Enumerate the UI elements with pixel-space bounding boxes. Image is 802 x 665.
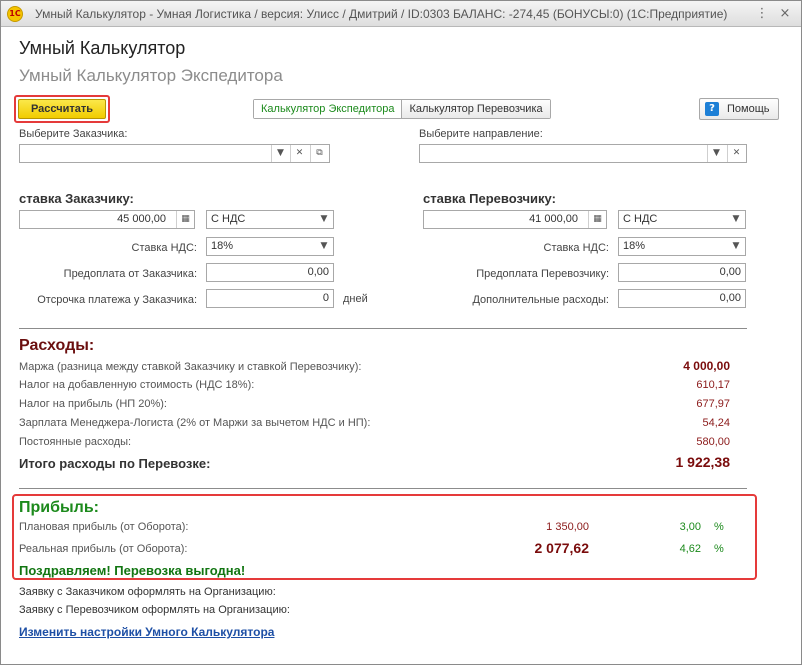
settings-link[interactable]: Изменить настройки Умного Калькулятора	[19, 625, 274, 639]
carrier-rate-heading: ставка Перевозчику:	[423, 191, 556, 206]
help-button-label: Помощь	[727, 103, 770, 115]
direction-select-label: Выберите направление:	[419, 128, 543, 140]
real-profit-value: 2 077,62	[534, 540, 590, 556]
help-icon: ?	[705, 102, 719, 116]
tab-forwarder-calculator[interactable]: Калькулятор Экспедитора	[254, 100, 403, 118]
carrier-vat-value: 18%	[623, 240, 646, 252]
calculator-icon[interactable]: ▦	[176, 211, 194, 228]
customer-dropdown-icon[interactable]: ▼	[271, 145, 289, 162]
carrier-rate-field[interactable]: 41 000,00 ▦	[423, 210, 607, 229]
title-bar: 1С Умный Калькулятор - Умная Логистика /…	[1, 1, 801, 27]
customer-vat-mode-value: С НДС	[211, 213, 246, 225]
calculate-button-label[interactable]: Рассчитать	[18, 99, 106, 119]
calculator-icon[interactable]: ▦	[588, 211, 606, 228]
carrier-extra-field[interactable]: 0,00	[618, 289, 746, 308]
real-profit-label: Реальная прибыль (от Оборота):	[19, 543, 188, 555]
window-menu-button[interactable]: ⋮	[753, 5, 771, 23]
customer-org-label: Заявку с Заказчиком оформлять на Организ…	[19, 586, 276, 598]
customer-select-label: Выберите Заказчика:	[19, 128, 128, 140]
direction-clear-icon[interactable]: ✕	[727, 145, 745, 162]
real-profit-percent-sign: %	[714, 543, 724, 555]
customer-vat-select[interactable]: 18% ▼	[206, 237, 334, 256]
expense-row-value: 54,24	[702, 417, 730, 429]
chevron-down-icon[interactable]: ▼	[315, 238, 333, 255]
customer-delay-unit: дней	[343, 293, 368, 305]
carrier-prepay-field[interactable]: 0,00	[618, 263, 746, 282]
expense-row-value: 610,17	[696, 379, 730, 391]
chevron-down-icon[interactable]: ▼	[315, 211, 333, 228]
customer-prepay-field[interactable]: 0,00	[206, 263, 334, 282]
calculate-button[interactable]: Рассчитать	[14, 95, 110, 123]
planned-profit-value: 1 350,00	[546, 521, 589, 533]
customer-rate-field[interactable]: 45 000,00 ▦	[19, 210, 195, 229]
help-button[interactable]: ? Помощь	[699, 98, 779, 120]
chevron-down-icon[interactable]: ▼	[727, 211, 745, 228]
customer-select[interactable]: ▼ ✕ ⧉	[19, 144, 330, 163]
customer-delay-label: Отсрочка платежа у Заказчика:	[37, 294, 197, 306]
customer-delay-field[interactable]: 0	[206, 289, 334, 308]
expense-row-label: Зарплата Менеджера-Логиста (2% от Маржи …	[19, 417, 371, 429]
app-logo-icon: 1С	[7, 6, 23, 22]
calculator-tabs: Калькулятор Экспедитора Калькулятор Пере…	[253, 99, 551, 119]
planned-profit-percent: 3,00	[679, 521, 701, 533]
customer-rate-value: 45 000,00	[117, 213, 166, 225]
expenses-total-value: 1 922,38	[675, 454, 731, 470]
carrier-vat-select[interactable]: 18% ▼	[618, 237, 746, 256]
page-subtitle: Умный Калькулятор Экспедитора	[19, 66, 283, 85]
expenses-total-label: Итого расходы по Перевозке:	[19, 456, 211, 471]
carrier-prepay-value: 0,00	[719, 266, 741, 278]
carrier-vat-mode-select[interactable]: С НДС ▼	[618, 210, 746, 229]
page-title: Умный Калькулятор	[19, 38, 186, 58]
chevron-down-icon[interactable]: ▼	[727, 238, 745, 255]
window-close-button[interactable]: ×	[776, 5, 794, 23]
divider	[19, 488, 747, 489]
customer-open-icon[interactable]: ⧉	[310, 145, 328, 162]
customer-prepay-label: Предоплата от Заказчика:	[63, 268, 197, 280]
customer-prepay-value: 0,00	[307, 266, 329, 278]
carrier-org-label: Заявку с Перевозчиком оформлять на Орган…	[19, 604, 290, 616]
customer-rate-heading: ставка Заказчику:	[19, 191, 134, 206]
real-profit-percent: 4,62	[679, 543, 701, 555]
carrier-rate-value: 41 000,00	[529, 213, 578, 225]
expense-row-value: 677,97	[696, 398, 730, 410]
calculator-window: 1С Умный Калькулятор - Умная Логистика /…	[0, 0, 802, 665]
customer-clear-icon[interactable]: ✕	[290, 145, 308, 162]
planned-profit-label: Плановая прибыль (от Оборота):	[19, 521, 189, 533]
expense-row-label: Налог на прибыль (НП 20%):	[19, 398, 167, 410]
carrier-prepay-label: Предоплата Перевозчику:	[476, 268, 609, 280]
profit-title: Прибыль:	[19, 499, 99, 516]
window-title: Умный Калькулятор - Умная Логистика / ве…	[35, 7, 728, 21]
expense-row-value: 4 000,00	[683, 359, 730, 373]
planned-profit-percent-sign: %	[714, 521, 724, 533]
direction-dropdown-icon[interactable]: ▼	[707, 145, 725, 162]
expenses-title: Расходы:	[19, 337, 95, 354]
profit-congrats-message: Поздравляем! Перевозка выгодна!	[19, 563, 246, 578]
expense-row-label: Налог на добавленную стоимость (НДС 18%)…	[19, 379, 255, 391]
carrier-extra-value: 0,00	[719, 292, 741, 304]
customer-vat-mode-select[interactable]: С НДС ▼	[206, 210, 334, 229]
expense-row-value: 580,00	[696, 436, 730, 448]
direction-select[interactable]: ▼ ✕	[419, 144, 747, 163]
customer-vat-label: Ставка НДС:	[131, 242, 197, 254]
customer-vat-value: 18%	[211, 240, 234, 252]
carrier-extra-label: Дополнительные расходы:	[472, 294, 609, 306]
carrier-vat-label: Ставка НДС:	[543, 242, 609, 254]
expense-row-label: Маржа (разница между ставкой Заказчику и…	[19, 361, 362, 373]
tab-carrier-calculator[interactable]: Калькулятор Перевозчика	[402, 100, 550, 118]
expense-row-label: Постоянные расходы:	[19, 436, 132, 448]
customer-delay-value: 0	[322, 292, 329, 304]
divider	[19, 328, 747, 329]
carrier-vat-mode-value: С НДС	[623, 213, 658, 225]
